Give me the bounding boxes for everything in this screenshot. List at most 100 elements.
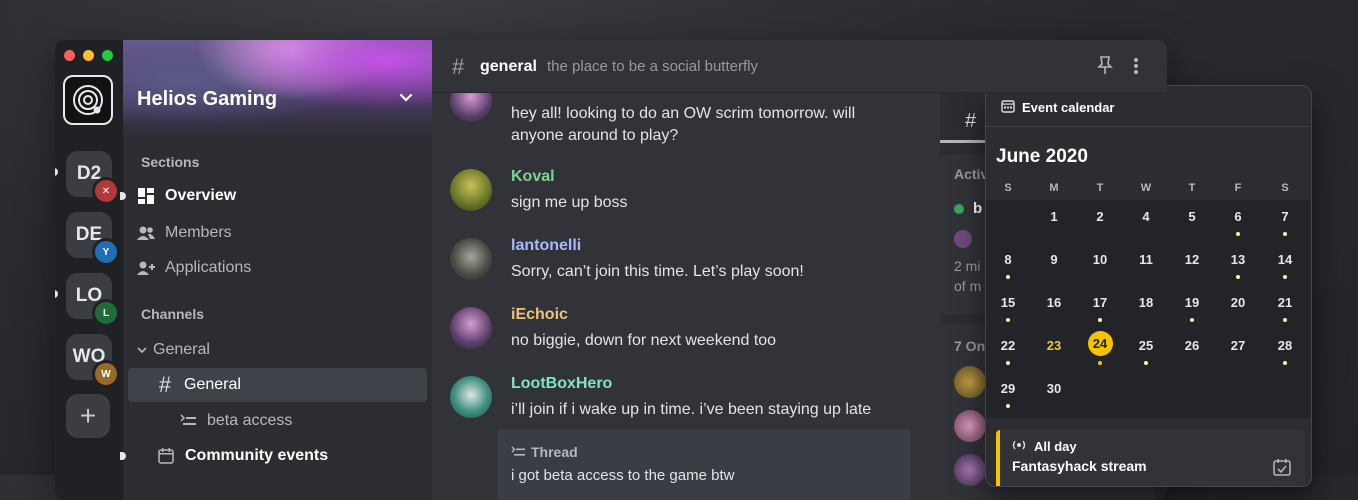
calendar-day[interactable]: 28 xyxy=(1270,331,1300,365)
event-dot xyxy=(1006,318,1010,322)
server-wo[interactable]: WO W xyxy=(66,334,120,388)
plus-icon: + xyxy=(79,400,97,431)
day-number: 26 xyxy=(1184,338,1200,353)
day-number: 5 xyxy=(1188,209,1196,224)
sidebar-item-label: Applications xyxy=(165,259,252,276)
calendar-day[interactable]: 24 xyxy=(1085,331,1115,365)
calendar-day[interactable]: 26 xyxy=(1177,331,1207,361)
message-text: sign me up boss xyxy=(511,194,628,211)
avatar[interactable] xyxy=(450,238,492,280)
channel-community-events[interactable]: Community events xyxy=(157,441,328,471)
calendar-day[interactable]: 2 xyxy=(1085,202,1115,232)
day-number: 22 xyxy=(1000,338,1016,353)
sections-header: Sections xyxy=(141,154,200,170)
message-author[interactable]: iEchoic xyxy=(511,306,568,324)
channel-name: general xyxy=(480,58,537,75)
calendar-day[interactable]: 25 xyxy=(1131,331,1161,365)
weekday-label: S xyxy=(1004,182,1012,194)
minimize-window-button[interactable] xyxy=(83,50,94,61)
unread-indicator xyxy=(120,452,126,460)
calendar-day[interactable]: 27 xyxy=(1223,331,1253,361)
calendar-day[interactable]: 15 xyxy=(993,288,1023,322)
calendar-day[interactable]: 4 xyxy=(1131,202,1161,232)
category-general[interactable]: General xyxy=(137,335,210,365)
close-window-button[interactable] xyxy=(64,50,75,61)
popover-title: Event calendar xyxy=(1022,100,1115,115)
day-number: 30 xyxy=(1046,381,1062,396)
unread-indicator xyxy=(55,168,58,176)
calendar-day[interactable]: 6 xyxy=(1223,202,1253,236)
channel-tab-icon[interactable]: # xyxy=(965,110,976,133)
activity-detail: of m xyxy=(954,278,982,294)
server-lo[interactable]: LO L xyxy=(66,273,120,327)
calendar-day[interactable]: 8 xyxy=(993,245,1023,279)
members-icon xyxy=(137,224,155,242)
weekday-label: S xyxy=(1281,182,1289,194)
server-rail: D2 ✕ DE Y LO L WO W + xyxy=(55,40,123,500)
server-de[interactable]: DE Y xyxy=(66,212,120,266)
message-author[interactable]: LootBoxHero xyxy=(511,375,612,393)
calendar-day[interactable]: 7 xyxy=(1270,202,1300,236)
dota-icon: ✕ xyxy=(92,177,120,205)
calendar-day[interactable]: 1 xyxy=(1039,202,1069,232)
calendar-day[interactable]: 22 xyxy=(993,331,1023,365)
avatar[interactable] xyxy=(450,376,492,418)
thread-text: i got beta access to the game btw xyxy=(511,467,735,484)
day-number: 23 xyxy=(1046,338,1062,353)
add-to-calendar-icon[interactable] xyxy=(1273,458,1291,476)
event-dot xyxy=(1098,318,1102,322)
server-name[interactable]: Helios Gaming xyxy=(137,88,277,111)
calendar-day[interactable]: 13 xyxy=(1223,245,1253,279)
thread-label: Thread xyxy=(511,444,578,460)
thread-preview[interactable]: Thread i got beta access to the game btw xyxy=(497,429,911,500)
home-button[interactable] xyxy=(63,75,113,125)
calendar-day[interactable]: 23 xyxy=(1039,331,1069,361)
calendar-day[interactable]: 20 xyxy=(1223,288,1253,318)
day-number: 28 xyxy=(1277,338,1293,353)
avatar[interactable] xyxy=(450,169,492,211)
calendar-day[interactable]: 21 xyxy=(1270,288,1300,322)
chevron-down-icon[interactable] xyxy=(398,90,414,106)
calendar-day[interactable]: 12 xyxy=(1177,245,1207,275)
weekday-label: W xyxy=(1140,182,1152,194)
more-options-icon[interactable] xyxy=(1132,56,1140,76)
category-label: General xyxy=(153,341,210,358)
calendar-day[interactable]: 18 xyxy=(1131,288,1161,318)
zoom-window-button[interactable] xyxy=(102,50,113,61)
message-text: i’ll join if i wake up in time. i’ve bee… xyxy=(511,401,872,418)
calendar-day[interactable]: 9 xyxy=(1039,245,1069,275)
calendar-day[interactable]: 10 xyxy=(1085,245,1115,275)
calendar-day[interactable]: 29 xyxy=(993,374,1023,408)
day-number: 1 xyxy=(1050,209,1058,224)
sidebar-item-members[interactable]: Members xyxy=(137,218,232,248)
day-number: 6 xyxy=(1234,209,1242,224)
day-number: 25 xyxy=(1138,338,1154,353)
message-author[interactable]: lantonelli xyxy=(511,237,581,255)
calendar-day[interactable]: 14 xyxy=(1270,245,1300,279)
sidebar-item-overview[interactable]: Overview xyxy=(137,181,236,211)
calendar-day[interactable]: 11 xyxy=(1131,245,1161,275)
message-author[interactable]: Koval xyxy=(511,168,555,186)
add-server-button[interactable]: + xyxy=(66,394,110,438)
pin-icon[interactable] xyxy=(1096,56,1114,76)
event-card[interactable]: All day Fantasyhack stream xyxy=(996,430,1305,486)
message-text: no biggie, down for next weekend too xyxy=(511,332,777,349)
chat-header: # general the place to be a social butte… xyxy=(432,40,1167,93)
calendar-day[interactable]: 5 xyxy=(1177,202,1207,232)
calendar-day[interactable]: 16 xyxy=(1039,288,1069,318)
day-number: 11 xyxy=(1139,252,1153,267)
avatar[interactable] xyxy=(450,307,492,349)
hash-icon: # xyxy=(452,54,465,79)
calendar-day[interactable]: 17 xyxy=(1085,288,1115,322)
channel-beta-access[interactable]: beta access xyxy=(179,406,292,436)
avatar[interactable] xyxy=(954,410,986,442)
avatar[interactable] xyxy=(954,366,986,398)
sidebar-item-applications[interactable]: Applications xyxy=(137,253,251,283)
channel-general[interactable]: # General xyxy=(156,370,241,400)
server-d2[interactable]: D2 ✕ xyxy=(66,151,120,205)
avatar[interactable] xyxy=(954,454,986,486)
event-dot xyxy=(1006,404,1010,408)
event-calendar-popover: Event calendar June 2020 All day Fantasy… xyxy=(985,85,1312,487)
calendar-day[interactable]: 30 xyxy=(1039,374,1069,404)
calendar-day[interactable]: 19 xyxy=(1177,288,1207,322)
